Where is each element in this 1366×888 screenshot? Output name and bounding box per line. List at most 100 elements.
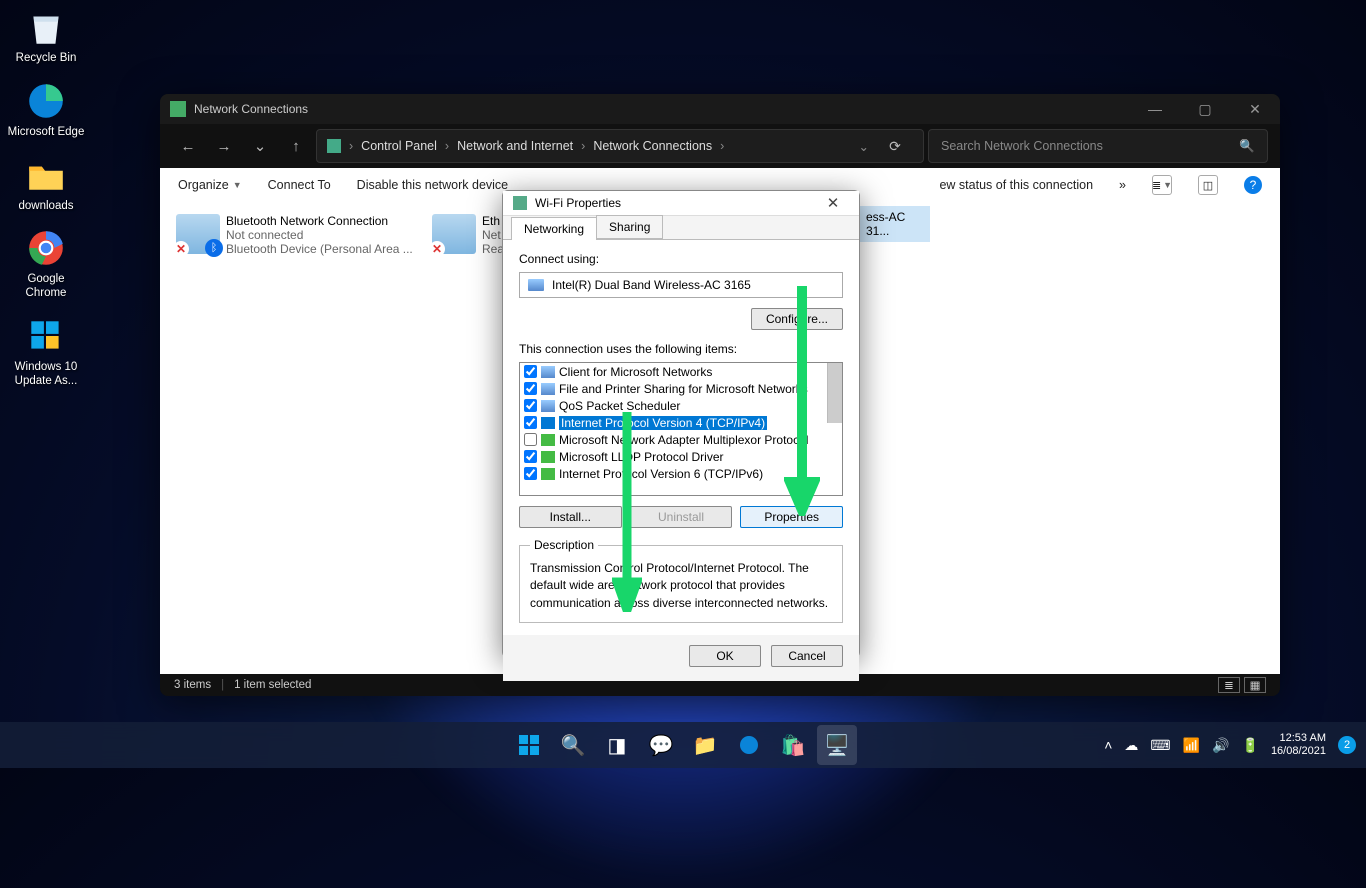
notifications-badge[interactable]: 2 xyxy=(1338,736,1356,754)
component-item-5[interactable]: Microsoft LLDP Protocol Driver xyxy=(520,448,842,465)
component-item-6[interactable]: Internet Protocol Version 6 (TCP/IPv6) xyxy=(520,465,842,482)
desktop-icon-updater[interactable]: Windows 10 Update As... xyxy=(6,315,86,389)
keyboard-icon[interactable]: ⌨ xyxy=(1150,737,1170,754)
connect-to-button[interactable]: Connect To xyxy=(268,178,331,192)
details-view-button[interactable]: ≣ xyxy=(1218,677,1240,693)
component-label: Microsoft LLDP Protocol Driver xyxy=(559,450,724,464)
up-button[interactable]: ↑ xyxy=(280,130,312,162)
taskbar: 🔍 ◨ 💬 📁 🛍️ 🖥️ ˄ ☁ ⌨ 📶 🔊 🔋 12:53 AM16/08/… xyxy=(0,722,1366,768)
control-panel-taskbar-button[interactable]: 🖥️ xyxy=(817,725,857,765)
component-item-2[interactable]: QoS Packet Scheduler xyxy=(520,397,842,414)
view-options-button[interactable]: ≣▼ xyxy=(1152,175,1172,195)
component-checkbox[interactable] xyxy=(524,433,537,446)
component-icon xyxy=(541,383,555,395)
dialog-title: Wi-Fi Properties xyxy=(535,196,621,210)
explorer-button[interactable]: 📁 xyxy=(685,725,725,765)
connection-wifi-selected[interactable]: ess-AC 31... xyxy=(860,206,930,242)
start-button[interactable] xyxy=(509,725,549,765)
status-selected: 1 item selected xyxy=(234,679,311,691)
component-label: Client for Microsoft Networks xyxy=(559,365,712,379)
component-item-3[interactable]: Internet Protocol Version 4 (TCP/IPv4) xyxy=(520,414,842,431)
forward-button[interactable]: → xyxy=(208,130,240,162)
nav-row: ← → ⌄ ↑ › Control Panel› Network and Int… xyxy=(160,124,1280,168)
listbox-scrollbar[interactable] xyxy=(827,363,842,423)
preview-pane-button[interactable]: ◫ xyxy=(1198,175,1218,195)
component-icon xyxy=(541,468,555,480)
tab-networking[interactable]: Networking xyxy=(511,217,597,240)
connection-ethernet[interactable]: ✕ EthNetRea xyxy=(428,210,508,260)
dialog-close-button[interactable]: ✕ xyxy=(817,191,849,215)
large-view-button[interactable]: ▦ xyxy=(1244,677,1266,693)
edge-taskbar-button[interactable] xyxy=(729,725,769,765)
breadcrumb-dropdown[interactable]: ⌄ xyxy=(859,139,869,154)
component-label: Internet Protocol Version 6 (TCP/IPv6) xyxy=(559,467,763,481)
overflow-tray[interactable]: ˄ xyxy=(1104,737,1112,753)
widgets-button[interactable]: 💬 xyxy=(641,725,681,765)
desktop-icon-chrome[interactable]: Google Chrome xyxy=(6,227,86,301)
connect-using-label: Connect using: xyxy=(519,252,843,266)
search-box[interactable]: Search Network Connections 🔍 xyxy=(928,129,1268,163)
configure-button[interactable]: Configure... xyxy=(751,308,843,330)
dialog-titlebar[interactable]: Wi-Fi Properties ✕ xyxy=(503,191,859,216)
taskview-button[interactable]: ◨ xyxy=(597,725,637,765)
component-item-4[interactable]: Microsoft Network Adapter Multiplexor Pr… xyxy=(520,431,842,448)
component-item-1[interactable]: File and Printer Sharing for Microsoft N… xyxy=(520,380,842,397)
back-button[interactable]: ← xyxy=(172,130,204,162)
description-group: Description Transmission Control Protoco… xyxy=(519,538,843,623)
titlebar[interactable]: Network Connections — ▢ ✕ xyxy=(160,94,1280,124)
component-icon xyxy=(541,417,555,429)
desktop-icon-edge[interactable]: Microsoft Edge xyxy=(6,80,86,140)
description-text: Transmission Control Protocol/Internet P… xyxy=(530,560,832,612)
cancel-button[interactable]: Cancel xyxy=(771,645,843,667)
tab-sharing[interactable]: Sharing xyxy=(596,215,663,239)
desktop-icon-downloads[interactable]: downloads xyxy=(6,154,86,214)
component-checkbox[interactable] xyxy=(524,416,537,429)
view-status-button[interactable]: ew status of this connection xyxy=(939,178,1093,192)
desktop-icon-recycle[interactable]: Recycle Bin xyxy=(6,6,86,66)
wifi-properties-dialog: Wi-Fi Properties ✕ Networking Sharing Co… xyxy=(502,190,860,658)
onedrive-icon[interactable]: ☁ xyxy=(1124,737,1138,754)
component-icon xyxy=(541,434,555,446)
recent-button[interactable]: ⌄ xyxy=(244,130,276,162)
desktop-icons: Recycle Bin Microsoft Edge downloads Goo… xyxy=(6,6,86,403)
component-label: QoS Packet Scheduler xyxy=(559,399,680,413)
uninstall-button[interactable]: Uninstall xyxy=(630,506,733,528)
wifi-tray-icon[interactable]: 📶 xyxy=(1183,737,1200,754)
store-button[interactable]: 🛍️ xyxy=(773,725,813,765)
volume-icon[interactable]: 🔊 xyxy=(1212,737,1229,754)
organize-menu[interactable]: Organize▼ xyxy=(178,178,242,192)
adapter-box[interactable]: Intel(R) Dual Band Wireless-AC 3165 xyxy=(519,272,843,298)
component-checkbox[interactable] xyxy=(524,399,537,412)
window-title: Network Connections xyxy=(194,102,308,116)
install-button[interactable]: Install... xyxy=(519,506,622,528)
help-button[interactable]: ? xyxy=(1244,176,1262,194)
breadcrumb-icon xyxy=(327,139,341,153)
maximize-button[interactable]: ▢ xyxy=(1190,101,1220,118)
items-label: This connection uses the following items… xyxy=(519,342,843,356)
status-count: 3 items xyxy=(174,679,211,691)
ok-button[interactable]: OK xyxy=(689,645,761,667)
component-checkbox[interactable] xyxy=(524,450,537,463)
component-label: File and Printer Sharing for Microsoft N… xyxy=(559,382,808,396)
overflow-button[interactable]: » xyxy=(1119,178,1126,192)
refresh-button[interactable]: ⟳ xyxy=(877,138,913,155)
component-checkbox[interactable] xyxy=(524,467,537,480)
close-button[interactable]: ✕ xyxy=(1240,101,1270,118)
breadcrumb[interactable]: › Control Panel› Network and Internet› N… xyxy=(316,129,924,163)
component-checkbox[interactable] xyxy=(524,365,537,378)
component-icon xyxy=(541,451,555,463)
bluetooth-icon: ✕ᛒ xyxy=(176,214,220,254)
component-label: Internet Protocol Version 4 (TCP/IPv4) xyxy=(559,416,767,430)
component-label: Microsoft Network Adapter Multiplexor Pr… xyxy=(559,433,808,447)
properties-button[interactable]: Properties xyxy=(740,506,843,528)
clock[interactable]: 12:53 AM16/08/2021 xyxy=(1271,732,1326,758)
connection-bluetooth[interactable]: ✕ᛒ Bluetooth Network ConnectionNot conne… xyxy=(172,210,422,260)
component-item-0[interactable]: Client for Microsoft Networks xyxy=(520,363,842,380)
disable-device-button[interactable]: Disable this network device xyxy=(357,178,508,192)
components-listbox[interactable]: Client for Microsoft Networks File and Pr… xyxy=(519,362,843,496)
battery-icon[interactable]: 🔋 xyxy=(1242,737,1259,754)
search-button[interactable]: 🔍 xyxy=(553,725,593,765)
component-checkbox[interactable] xyxy=(524,382,537,395)
minimize-button[interactable]: — xyxy=(1140,101,1170,118)
search-placeholder: Search Network Connections xyxy=(941,139,1103,153)
